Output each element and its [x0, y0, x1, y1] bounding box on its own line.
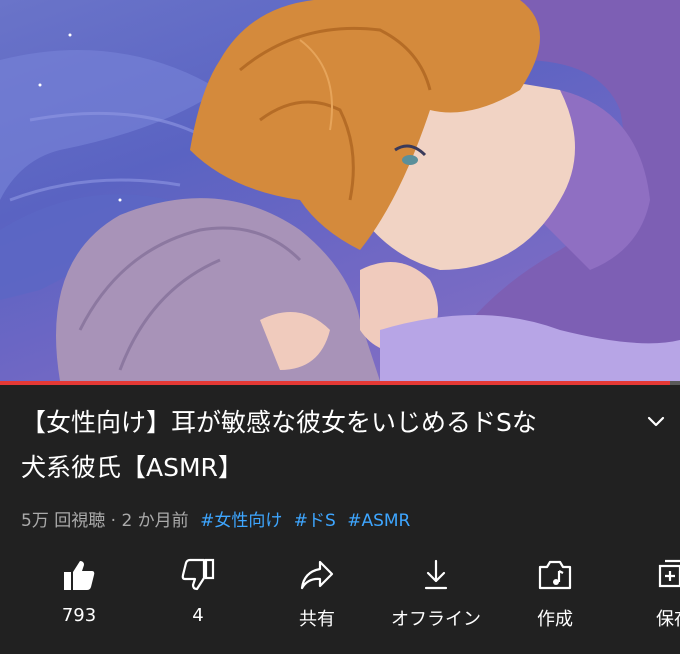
create-label: 作成: [537, 609, 573, 630]
save-icon: [658, 559, 680, 588]
video-title-line-1: 【女性向け】耳が敏感な彼女をいじめるドSな: [21, 408, 537, 437]
expand-description-button[interactable]: [642, 408, 670, 436]
chevron-down-icon: [647, 416, 665, 427]
offline-download-button[interactable]: オフライン: [381, 555, 491, 631]
share-button[interactable]: 共有: [262, 555, 372, 631]
dislike-button[interactable]: 4: [143, 555, 253, 626]
hashtag-link[interactable]: #ドS: [294, 511, 336, 531]
save-button[interactable]: 保存: [619, 555, 680, 631]
hashtag-link[interactable]: #女性向け: [200, 511, 282, 531]
video-title-line-2: 犬系彼氏【ASMR】: [21, 453, 243, 482]
video-progress-bar[interactable]: [0, 381, 680, 385]
like-count: 793: [61, 605, 97, 626]
video-metadata: 5万 回視聴 · 2 か月前 #女性向け #ドS #ASMR: [21, 506, 410, 531]
dislike-count: 4: [192, 605, 204, 626]
share-label: 共有: [299, 609, 335, 630]
offline-label: オフライン: [391, 609, 481, 630]
download-icon: [424, 559, 448, 590]
action-bar: 793 4 共有 オフライン 作成 保: [0, 555, 680, 645]
video-title[interactable]: 【女性向け】耳が敏感な彼女をいじめるドSな 犬系彼氏【ASMR】: [21, 400, 621, 490]
create-icon: [538, 560, 572, 590]
thumbs-down-icon: [181, 558, 215, 591]
thumbs-up-icon: [64, 561, 95, 590]
video-thumbnail-illustration: [0, 0, 680, 381]
like-button[interactable]: 793: [24, 555, 134, 626]
share-icon: [300, 560, 334, 590]
create-button[interactable]: 作成: [500, 555, 610, 631]
view-count: 5万 回視聴: [21, 511, 106, 531]
video-progress-fill: [0, 381, 670, 385]
hashtag-link[interactable]: #ASMR: [347, 511, 410, 531]
meta-separator: ·: [110, 511, 117, 531]
video-player[interactable]: [0, 0, 680, 381]
save-label: 保存: [656, 609, 680, 630]
upload-age: 2 か月前: [121, 511, 189, 531]
